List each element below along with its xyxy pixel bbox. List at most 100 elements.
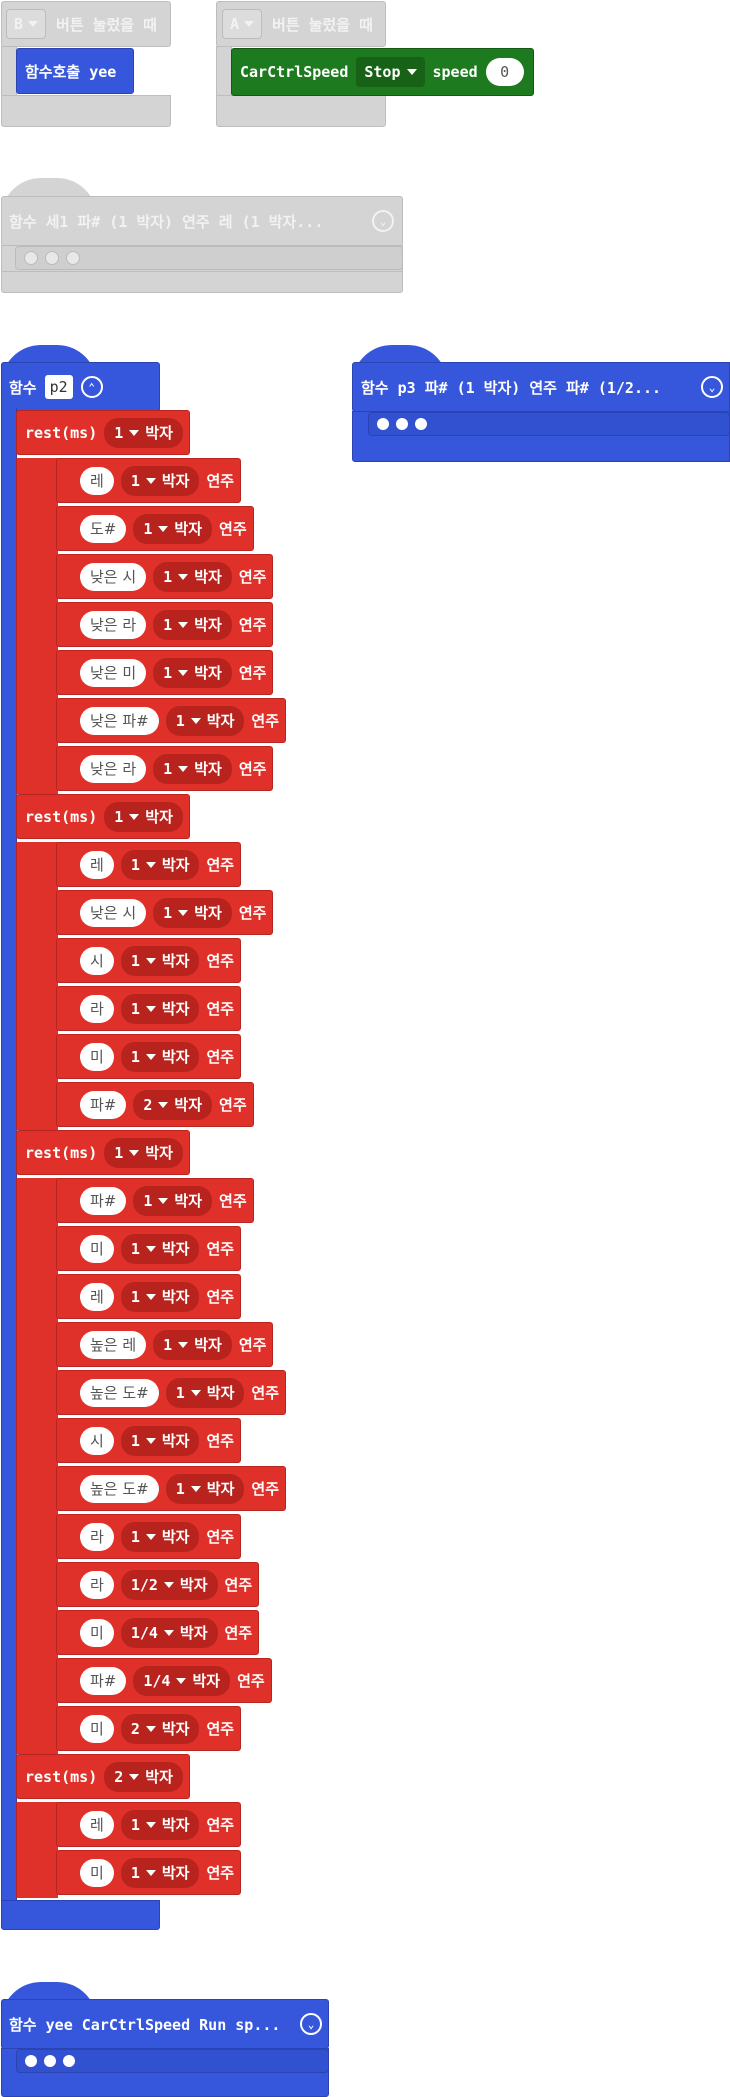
rest-block[interactable]: rest(ms) 1 박자 <box>16 410 190 455</box>
note-field[interactable]: 높은 도# <box>80 1474 159 1503</box>
play-tone-block[interactable]: 시 1 박자 연주 <box>56 1418 242 1463</box>
collapsed-dots[interactable] <box>15 246 403 270</box>
function-p3-header[interactable]: 함수 p3 파# (1 박자) 연주 파# (1/2... ⌄ <box>352 362 730 412</box>
beat-dropdown[interactable]: 1 박자 <box>104 417 183 448</box>
beat-dropdown[interactable]: 2 박자 <box>133 1089 213 1120</box>
beat-dropdown[interactable]: 1 박자 <box>104 801 183 832</box>
play-tone-block[interactable]: 파# 1 박자 연주 <box>56 1178 254 1223</box>
note-field[interactable]: 낮은 시 <box>80 898 147 927</box>
beat-dropdown[interactable]: 1 박자 <box>120 849 200 880</box>
function-name-field[interactable]: p2 <box>44 375 73 399</box>
beat-dropdown[interactable]: 1 박자 <box>120 465 200 496</box>
note-field[interactable]: 미 <box>80 1858 114 1887</box>
note-field[interactable]: 도# <box>80 514 127 543</box>
beat-dropdown[interactable]: 1 박자 <box>165 1473 245 1504</box>
speed-input[interactable]: 0 <box>485 58 524 86</box>
beat-dropdown[interactable]: 1 박자 <box>120 1521 200 1552</box>
car-ctrl-speed-block[interactable]: CarCtrlSpeed Stop speed 0 <box>231 48 534 96</box>
rest-block[interactable]: rest(ms) 1 박자 <box>16 794 190 839</box>
play-tone-block[interactable]: 높은 도# 1 박자 연주 <box>56 1466 286 1511</box>
beat-dropdown[interactable]: 1 박자 <box>120 1233 200 1264</box>
call-yee-block[interactable]: 함수호출 yee <box>16 48 134 94</box>
note-field[interactable]: 높은 레 <box>80 1330 147 1359</box>
play-tone-block[interactable]: 미 1 박자 연주 <box>56 1850 242 1895</box>
play-tone-block[interactable]: 미 1/4 박자 연주 <box>56 1610 260 1655</box>
rest-block[interactable]: rest(ms) 1 박자 <box>16 1130 190 1175</box>
play-tone-block[interactable]: 파# 1/4 박자 연주 <box>56 1658 272 1703</box>
play-tone-block[interactable]: 낮은 미 1 박자 연주 <box>56 650 274 695</box>
rest-block[interactable]: rest(ms) 2 박자 <box>16 1754 190 1799</box>
beat-dropdown[interactable]: 1 박자 <box>165 1377 245 1408</box>
function-p2-header[interactable]: 함수 p2 ⌃ <box>1 362 160 412</box>
button-a-dropdown[interactable]: A <box>222 9 263 39</box>
expand-icon[interactable]: ⌄ <box>300 2013 322 2035</box>
beat-dropdown[interactable]: 1 박자 <box>120 993 200 1024</box>
beat-dropdown[interactable]: 2 박자 <box>104 1761 183 1792</box>
beat-dropdown[interactable]: 1 박자 <box>104 1137 183 1168</box>
note-field[interactable]: 낮은 라 <box>80 754 147 783</box>
note-field[interactable]: 라 <box>80 1570 114 1599</box>
beat-dropdown[interactable]: 1 박자 <box>120 1281 200 1312</box>
beat-dropdown[interactable]: 1 박자 <box>153 897 232 928</box>
beat-dropdown[interactable]: 1 박자 <box>153 609 232 640</box>
note-field[interactable]: 높은 도# <box>80 1378 159 1407</box>
play-tone-block[interactable]: 낮은 시 1 박자 연주 <box>56 554 274 599</box>
function-yee-header[interactable]: 함수 yee CarCtrlSpeed Run sp... ⌄ <box>1 1999 329 2049</box>
expand-icon[interactable]: ⌄ <box>372 210 394 232</box>
collapse-icon[interactable]: ⌃ <box>80 376 103 398</box>
note-field[interactable]: 미 <box>80 1042 114 1071</box>
expand-icon[interactable]: ⌄ <box>701 376 723 398</box>
play-tone-block[interactable]: 라 1 박자 연주 <box>56 1514 242 1559</box>
note-field[interactable]: 레 <box>80 466 114 495</box>
play-tone-block[interactable]: 미 1 박자 연주 <box>56 1034 242 1079</box>
beat-dropdown[interactable]: 1 박자 <box>153 657 232 688</box>
beat-dropdown[interactable]: 1 박자 <box>120 1857 200 1888</box>
note-field[interactable]: 미 <box>80 1618 114 1647</box>
note-field[interactable]: 라 <box>80 994 114 1023</box>
beat-dropdown[interactable]: 1/4 박자 <box>133 1665 231 1696</box>
play-tone-block[interactable]: 라 1/2 박자 연주 <box>56 1562 260 1607</box>
beat-dropdown[interactable]: 1 박자 <box>133 513 213 544</box>
note-field[interactable]: 라 <box>80 1522 114 1551</box>
note-field[interactable]: 레 <box>80 1282 114 1311</box>
play-tone-block[interactable]: 미 2 박자 연주 <box>56 1706 242 1751</box>
play-tone-block[interactable]: 낮은 파# 1 박자 연주 <box>56 698 286 743</box>
note-field[interactable]: 시 <box>80 1426 114 1455</box>
beat-dropdown[interactable]: 1 박자 <box>120 945 200 976</box>
button-b-dropdown[interactable]: B <box>6 9 47 39</box>
beat-dropdown[interactable]: 1 박자 <box>153 1329 232 1360</box>
beat-dropdown[interactable]: 1 박자 <box>120 1041 200 1072</box>
note-field[interactable]: 낮은 파# <box>80 706 159 735</box>
note-field[interactable]: 파# <box>80 1186 127 1215</box>
note-field[interactable]: 레 <box>80 850 114 879</box>
note-field[interactable]: 낮은 라 <box>80 610 147 639</box>
p3-collapsed-dots[interactable] <box>368 412 730 436</box>
note-field[interactable]: 레 <box>80 1810 114 1839</box>
play-tone-block[interactable]: 낮은 시 1 박자 연주 <box>56 890 274 935</box>
note-field[interactable]: 미 <box>80 1714 114 1743</box>
beat-dropdown[interactable]: 1/2 박자 <box>120 1569 218 1600</box>
beat-dropdown[interactable]: 1 박자 <box>153 561 232 592</box>
beat-dropdown[interactable]: 1 박자 <box>133 1185 213 1216</box>
play-tone-block[interactable]: 도# 1 박자 연주 <box>56 506 254 551</box>
play-tone-block[interactable]: 미 1 박자 연주 <box>56 1226 242 1271</box>
play-tone-block[interactable]: 높은 레 1 박자 연주 <box>56 1322 274 1367</box>
play-tone-block[interactable]: 낮은 라 1 박자 연주 <box>56 746 274 791</box>
car-mode-dropdown[interactable]: Stop <box>356 57 425 87</box>
play-tone-block[interactable]: 높은 도# 1 박자 연주 <box>56 1370 286 1415</box>
note-field[interactable]: 미 <box>80 1234 114 1263</box>
note-field[interactable]: 파# <box>80 1090 127 1119</box>
beat-dropdown[interactable]: 2 박자 <box>120 1713 200 1744</box>
play-tone-block[interactable]: 낮은 라 1 박자 연주 <box>56 602 274 647</box>
note-field[interactable]: 낮은 시 <box>80 562 147 591</box>
play-tone-block[interactable]: 레 1 박자 연주 <box>56 458 242 503</box>
note-field[interactable]: 파# <box>80 1666 127 1695</box>
play-tone-block[interactable]: 레 1 박자 연주 <box>56 842 242 887</box>
yee-collapsed-dots[interactable] <box>16 2049 329 2073</box>
note-field[interactable]: 낮은 미 <box>80 658 147 687</box>
function-collapsed-block[interactable]: 함수 세1 파# (1 박자) 연주 레 (1 박자... ⌄ <box>1 196 403 246</box>
play-tone-block[interactable]: 레 1 박자 연주 <box>56 1274 242 1319</box>
play-tone-block[interactable]: 시 1 박자 연주 <box>56 938 242 983</box>
beat-dropdown[interactable]: 1 박자 <box>165 705 245 736</box>
beat-dropdown[interactable]: 1 박자 <box>120 1425 200 1456</box>
